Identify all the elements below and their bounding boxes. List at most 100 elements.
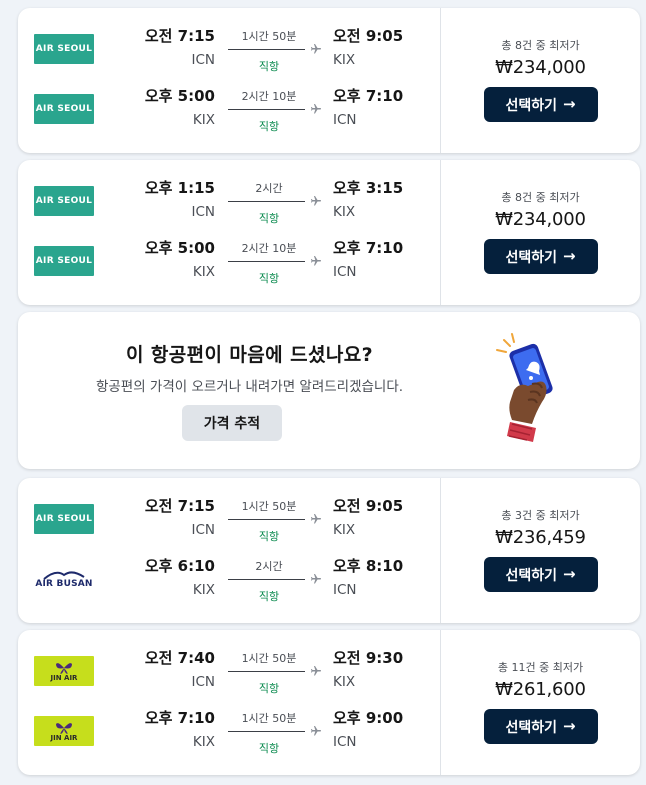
price-track-button[interactable]: 가격 추적	[182, 405, 282, 441]
arrival-time: 오전 9:30	[333, 649, 404, 667]
route-line	[228, 731, 305, 732]
departure-airport: KIX	[192, 264, 215, 280]
arrival-time: 오후 9:00	[333, 709, 404, 727]
airplane-icon	[311, 574, 321, 584]
duration: 1시간 50분	[241, 30, 297, 43]
airplane-icon	[311, 726, 321, 736]
flight-duration-info: 1시간 50분 직항	[227, 652, 323, 696]
price-section: 총 8건 중 최저가 ₩234,000 선택하기 →	[441, 8, 640, 153]
outbound-leg: JIN AIR 오전 7:40 ICN 1시간 50분 직항 오전 9:30 KIX	[18, 644, 441, 704]
price-section: 총 8건 중 최저가 ₩234,000 선택하기 →	[441, 160, 640, 305]
duration: 2시간 10분	[241, 242, 297, 255]
airplane-icon	[311, 104, 321, 114]
price-alert-promo: 이 항공편이 마음에 드셨나요? 항공편의 가격이 오르거나 내려가면 알려드리…	[18, 312, 640, 469]
stops-label: 직항	[258, 60, 280, 73]
arrival-time: 오전 9:05	[333, 497, 404, 515]
select-button[interactable]: 선택하기 →	[483, 557, 598, 592]
departure-airport: KIX	[192, 582, 215, 598]
arrow-right-icon: →	[562, 717, 576, 735]
flight-duration-info: 2시간 직항	[227, 182, 323, 226]
return-leg: JIN AIR 오후 7:10 KIX 1시간 50분 직항 오후 9:00 ICN	[18, 704, 441, 764]
air-busan-logo: AIR BUSAN	[34, 564, 94, 594]
arrival-airport: ICN	[333, 582, 357, 598]
arrival: 오전 9:05 KIX	[333, 496, 403, 540]
flight-duration-info: 2시간 직항	[227, 560, 323, 604]
jin-air-logo: JIN AIR	[34, 716, 94, 746]
arrival-time: 오후 7:10	[333, 239, 404, 257]
jin-air-butterfly-icon	[56, 722, 72, 734]
deals-count: 총 11건 중 최저가	[497, 661, 584, 674]
route-line	[228, 519, 305, 520]
duration: 1시간 50분	[241, 652, 297, 665]
itinerary-legs: JIN AIR 오전 7:40 ICN 1시간 50분 직항 오전 9:30 KIX …	[18, 630, 441, 775]
select-button[interactable]: 선택하기 →	[483, 239, 598, 274]
flight-result-card[interactable]: JIN AIR 오전 7:40 ICN 1시간 50분 직항 오전 9:30 KIX …	[18, 630, 640, 775]
arrival-airport: KIX	[333, 52, 356, 68]
air-seoul-logo: AIR SEOUL	[34, 504, 94, 534]
flight-result-card[interactable]: AIR SEOUL 오전 7:15 ICN 1시간 50분직항 오전 9:05 KI…	[18, 8, 640, 153]
departure: 오후 7:10 KIX	[145, 708, 215, 752]
air-seoul-logo: AIR SEOUL	[34, 34, 94, 64]
stops-label: 직항	[258, 530, 280, 543]
flight-result-card[interactable]: AIR SEOUL 오후 1:15 ICN 2시간 직항 오후 3:15 KIX AI…	[18, 160, 640, 305]
departure: 오전 7:15 ICN	[145, 496, 215, 540]
flight-result-card[interactable]: AIR SEOUL 오전 7:15 ICN 1시간 50분직항 오전 9:05 KI…	[18, 478, 640, 623]
price: ₩234,000	[495, 209, 586, 230]
flight-duration-info: 1시간 50분 직항	[227, 712, 323, 756]
flight-duration-info: 2시간 10분 직항	[227, 242, 323, 286]
arrival-airport: ICN	[333, 734, 357, 750]
departure-time: 오전 7:15	[144, 497, 215, 515]
deals-count: 총 8건 중 최저가	[501, 191, 580, 204]
departure: 오전 7:15 ICN	[145, 26, 215, 70]
arrival: 오후 7:10 ICN	[333, 86, 403, 130]
duration: 2시간	[255, 560, 283, 573]
select-button[interactable]: 선택하기 →	[483, 709, 598, 744]
departure-airport: ICN	[191, 522, 215, 538]
jin-air-logo: JIN AIR	[34, 656, 94, 686]
return-leg: AIR SEOUL 오후 5:00 KIX 2시간 10분직항 오후 7:10 IC…	[18, 82, 441, 142]
air-seoul-logo: AIR SEOUL	[34, 186, 94, 216]
outbound-leg: AIR SEOUL 오전 7:15 ICN 1시간 50분직항 오전 9:05 KI…	[18, 492, 441, 552]
arrow-right-icon: →	[562, 565, 576, 583]
arrival: 오전 9:05 KIX	[333, 26, 403, 70]
select-button[interactable]: 선택하기 →	[483, 87, 598, 122]
departure-airport: KIX	[192, 112, 215, 128]
airplane-icon	[311, 44, 321, 54]
stops-label: 직항	[258, 120, 280, 133]
departure-airport: ICN	[191, 674, 215, 690]
arrival-airport: ICN	[333, 112, 357, 128]
arrival-airport: ICN	[333, 264, 357, 280]
arrival-airport: KIX	[333, 522, 356, 538]
departure-time: 오전 7:15	[144, 27, 215, 45]
price-section: 총 3건 중 최저가 ₩236,459 선택하기 →	[441, 478, 640, 623]
arrival-time: 오전 9:05	[333, 27, 404, 45]
departure: 오후 1:15 ICN	[145, 178, 215, 222]
arrival-airport: KIX	[333, 204, 356, 220]
arrival-time: 오후 3:15	[333, 179, 404, 197]
outbound-leg: AIR SEOUL 오전 7:15 ICN 1시간 50분직항 오전 9:05 KI…	[18, 22, 441, 82]
promo-subtitle: 항공편의 가격이 오르거나 내려가면 알려드리겠습니다.	[95, 379, 404, 395]
duration: 2시간	[255, 182, 283, 195]
price: ₩261,600	[495, 679, 586, 700]
price-section: 총 11건 중 최저가 ₩261,600 선택하기 →	[441, 630, 640, 775]
price: ₩234,000	[495, 57, 586, 78]
return-leg: AIR BUSAN 오후 6:10 KIX 2시간 직항 오후 8:10 ICN	[18, 552, 441, 612]
departure-airport: ICN	[191, 204, 215, 220]
duration: 1시간 50분	[241, 712, 297, 725]
air-seoul-logo: AIR SEOUL	[34, 94, 94, 124]
airplane-icon	[311, 196, 321, 206]
return-leg: AIR SEOUL 오후 5:00 KIX 2시간 10분 직항 오후 7:10 IC…	[18, 234, 441, 294]
flight-duration-info: 1시간 50분직항	[227, 500, 323, 544]
itinerary-legs: AIR SEOUL 오후 1:15 ICN 2시간 직항 오후 3:15 KIX AI…	[18, 160, 441, 305]
departure: 오후 5:00 KIX	[145, 86, 215, 130]
departure-airport: ICN	[191, 52, 215, 68]
duration: 1시간 50분	[241, 500, 297, 513]
itinerary-legs: AIR SEOUL 오전 7:15 ICN 1시간 50분직항 오전 9:05 KI…	[18, 478, 441, 623]
promo-title: 이 항공편이 마음에 드셨나요?	[125, 344, 374, 366]
itinerary-legs: AIR SEOUL 오전 7:15 ICN 1시간 50분직항 오전 9:05 KI…	[18, 8, 441, 153]
duration: 2시간 10분	[241, 90, 297, 103]
airplane-icon	[311, 514, 321, 524]
arrow-right-icon: →	[562, 247, 576, 265]
arrival: 오후 9:00 ICN	[333, 708, 403, 752]
route-line	[228, 201, 305, 202]
